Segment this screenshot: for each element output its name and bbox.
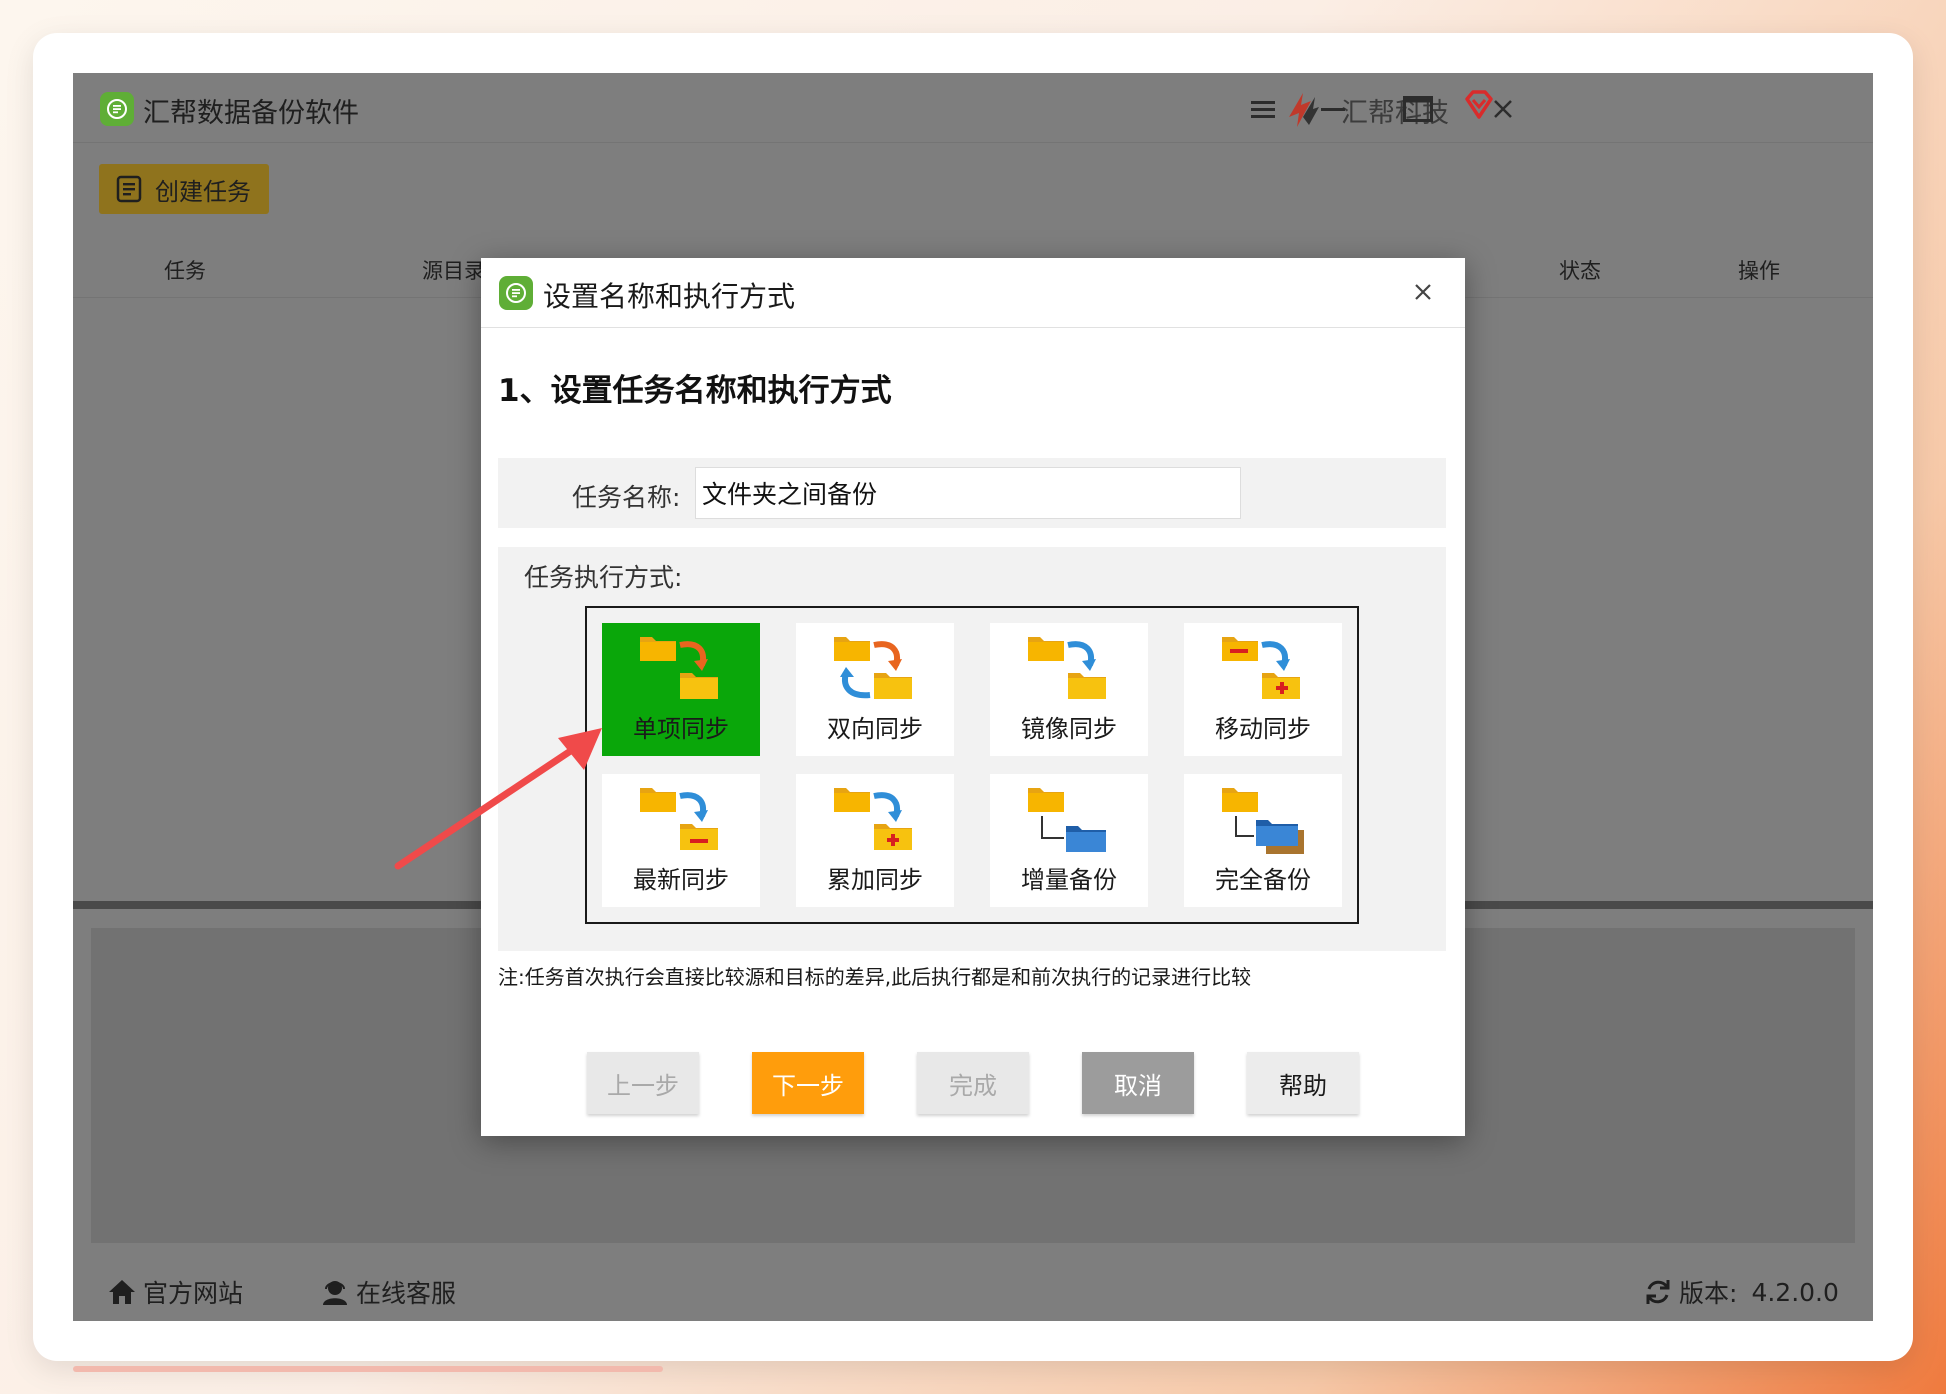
incremental-backup-icon [1028, 788, 1106, 852]
mode-label-latest-sync: 最新同步 [633, 866, 729, 894]
step-heading: 1、设置任务名称和执行方式 [498, 373, 892, 409]
mode-mirror-sync[interactable]: 镜像同步 [990, 623, 1148, 756]
online-support-link[interactable]: 在线客服 [320, 1274, 456, 1310]
mode-two-way-sync[interactable]: 双向同步 [796, 623, 954, 756]
mode-label-move-sync: 移动同步 [1215, 715, 1311, 743]
app-logo-icon [100, 92, 134, 126]
task-setup-dialog: 设置名称和执行方式 1、设置任务名称和执行方式 任务名称: 任务执行方式: 单项… [481, 258, 1465, 1136]
one-way-sync-icon [640, 637, 718, 699]
two-way-sync-icon [834, 637, 912, 699]
column-header-source: 源目录 [422, 259, 485, 283]
minimize-button[interactable] [1313, 91, 1353, 127]
cumulative-sync-icon [834, 788, 912, 850]
cancel-button[interactable]: 取消 [1082, 1052, 1194, 1114]
move-sync-icon [1222, 637, 1300, 699]
finish-button[interactable]: 完成 [917, 1052, 1029, 1114]
mode-label-one-way-sync: 单项同步 [633, 715, 729, 743]
mode-move-sync[interactable]: 移动同步 [1184, 623, 1342, 756]
mode-label-incremental-backup: 增量备份 [1021, 866, 1117, 894]
close-icon [1415, 284, 1431, 300]
close-button[interactable] [1483, 91, 1523, 127]
latest-sync-icon [640, 788, 718, 850]
column-header-task: 任务 [164, 259, 206, 283]
mode-full-backup[interactable]: 完全备份 [1184, 774, 1342, 907]
official-website-label: 官方网站 [143, 1279, 244, 1308]
maximize-button[interactable] [1398, 91, 1438, 127]
official-website-link[interactable]: 官方网站 [107, 1274, 243, 1310]
mirror-sync-icon [1028, 637, 1106, 699]
task-list-icon [116, 175, 142, 203]
mode-label-full-backup: 完全备份 [1215, 866, 1311, 894]
create-task-button[interactable]: 创建任务 [99, 164, 269, 214]
dialog-close-button[interactable] [1405, 274, 1441, 310]
next-step-button[interactable]: 下一步 [752, 1052, 864, 1114]
annotation-arrow [394, 728, 602, 870]
create-task-label: 创建任务 [155, 177, 251, 206]
execution-mode-label: 任务执行方式: [524, 563, 683, 592]
mode-label-two-way-sync: 双向同步 [827, 715, 923, 743]
mode-one-way-sync[interactable]: 单项同步 [602, 623, 760, 756]
task-name-input[interactable] [695, 467, 1241, 519]
full-backup-icon [1222, 788, 1304, 854]
task-name-label: 任务名称: [572, 483, 681, 512]
execution-mode-panel: 任务执行方式: 单项同步 双向同步 镜像同步 移动同步 最新同步 累加同步 增量… [498, 547, 1446, 951]
app-title: 汇帮数据备份软件 [143, 98, 359, 129]
help-button[interactable]: 帮助 [1247, 1052, 1359, 1114]
mode-label-cumulative-sync: 累加同步 [827, 866, 923, 894]
mode-incremental-backup[interactable]: 增量备份 [990, 774, 1148, 907]
support-agent-icon [323, 1281, 347, 1305]
title-bar: 汇帮数据备份软件 汇帮科技 [73, 73, 1873, 143]
refresh-icon[interactable] [1643, 1277, 1673, 1307]
version-info: 版本: 4.2.0.0 [1643, 1274, 1839, 1310]
dialog-logo-icon [499, 276, 533, 310]
column-header-status: 状态 [1559, 259, 1601, 283]
home-icon [109, 1280, 135, 1304]
scroll-indicator [73, 1366, 663, 1372]
menu-icon[interactable] [1243, 91, 1283, 127]
dialog-title: 设置名称和执行方式 [543, 280, 796, 313]
status-bar: 官方网站 在线客服 版本: 4.2.0.0 [73, 1260, 1873, 1321]
version-label: 版本: [1679, 1279, 1738, 1308]
dialog-header: 设置名称和执行方式 [481, 258, 1465, 328]
execution-mode-grid: 单项同步 双向同步 镜像同步 移动同步 最新同步 累加同步 增量备份 完全备份 [585, 606, 1359, 924]
mode-label-mirror-sync: 镜像同步 [1021, 715, 1117, 743]
online-support-label: 在线客服 [356, 1279, 457, 1308]
previous-step-button[interactable]: 上一步 [587, 1052, 699, 1114]
task-name-row: 任务名称: [498, 458, 1446, 528]
version-value: 4.2.0.0 [1751, 1277, 1839, 1307]
mode-latest-sync[interactable]: 最新同步 [602, 774, 760, 907]
mode-cumulative-sync[interactable]: 累加同步 [796, 774, 954, 907]
mode-note: 注:任务首次执行会直接比较源和目标的差异,此后执行都是和前次执行的记录进行比较 [498, 965, 1252, 989]
column-header-action: 操作 [1738, 259, 1780, 283]
